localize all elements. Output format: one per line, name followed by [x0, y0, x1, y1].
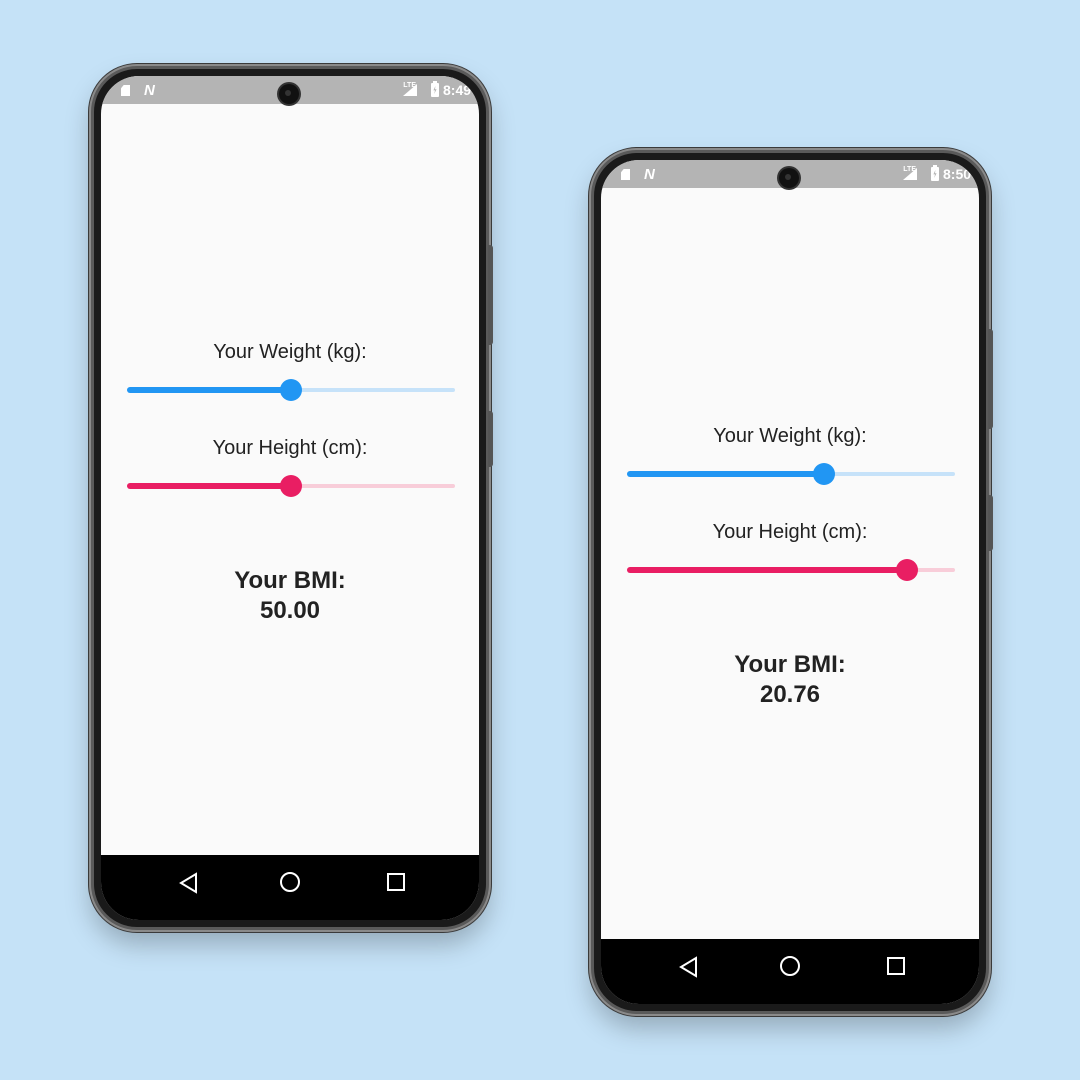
- battery-charging-icon: [931, 165, 939, 181]
- phone-screen: N LTE 8:50 Your Weight (kg): Your Height…: [601, 160, 979, 1004]
- phone-left: N LTE 8:49 Your Weight (kg): Your Height…: [91, 66, 493, 930]
- weight-label: Your Weight (kg):: [713, 425, 867, 447]
- power-button: [488, 411, 493, 467]
- home-circle-icon[interactable]: [279, 871, 301, 893]
- n-notification-icon: N: [644, 166, 655, 183]
- bmi-value: 50.00: [259, 597, 321, 624]
- sd-card-icon: [621, 169, 630, 180]
- weight-slider-fill: [627, 471, 824, 477]
- weight-slider-thumb[interactable]: [812, 463, 835, 485]
- recents-square-icon[interactable]: [386, 872, 406, 892]
- front-camera: [279, 84, 299, 104]
- sd-card-icon: [121, 85, 130, 96]
- height-slider[interactable]: [627, 558, 955, 582]
- height-slider-thumb[interactable]: [896, 559, 919, 581]
- height-slider-fill: [127, 483, 291, 489]
- power-button: [988, 495, 993, 551]
- volume-button: [988, 329, 993, 429]
- bmi-title: Your BMI:: [734, 651, 846, 678]
- height-slider-thumb[interactable]: [280, 475, 302, 497]
- height-label: Your Height (cm):: [212, 437, 368, 459]
- battery-charging-icon: [431, 81, 439, 97]
- weight-slider-thumb[interactable]: [280, 379, 302, 401]
- phone-right: N LTE 8:50 Your Weight (kg): Your Height…: [591, 150, 993, 1014]
- navigation-bar: [601, 939, 979, 1004]
- height-slider[interactable]: [127, 474, 455, 498]
- weight-slider[interactable]: [627, 462, 955, 486]
- status-bar: N LTE 8:49: [101, 76, 479, 104]
- status-time: 8:50: [943, 166, 972, 182]
- volume-button: [488, 245, 493, 345]
- height-label: Your Height (cm):: [712, 521, 868, 543]
- status-time: 8:49: [443, 82, 472, 98]
- weight-slider-fill: [127, 387, 291, 393]
- status-bar: N LTE 8:50: [601, 160, 979, 188]
- bmi-value: 20.76: [759, 681, 821, 708]
- height-slider-fill: [627, 567, 908, 573]
- front-camera: [779, 168, 799, 188]
- home-circle-icon[interactable]: [779, 955, 801, 977]
- weight-slider[interactable]: [127, 378, 455, 402]
- weight-label: Your Weight (kg):: [213, 341, 367, 363]
- navigation-bar: [101, 855, 479, 920]
- recents-square-icon[interactable]: [886, 956, 906, 976]
- n-notification-icon: N: [144, 82, 155, 99]
- phone-screen: N LTE 8:49 Your Weight (kg): Your Height…: [101, 76, 479, 920]
- bmi-title: Your BMI:: [234, 567, 346, 594]
